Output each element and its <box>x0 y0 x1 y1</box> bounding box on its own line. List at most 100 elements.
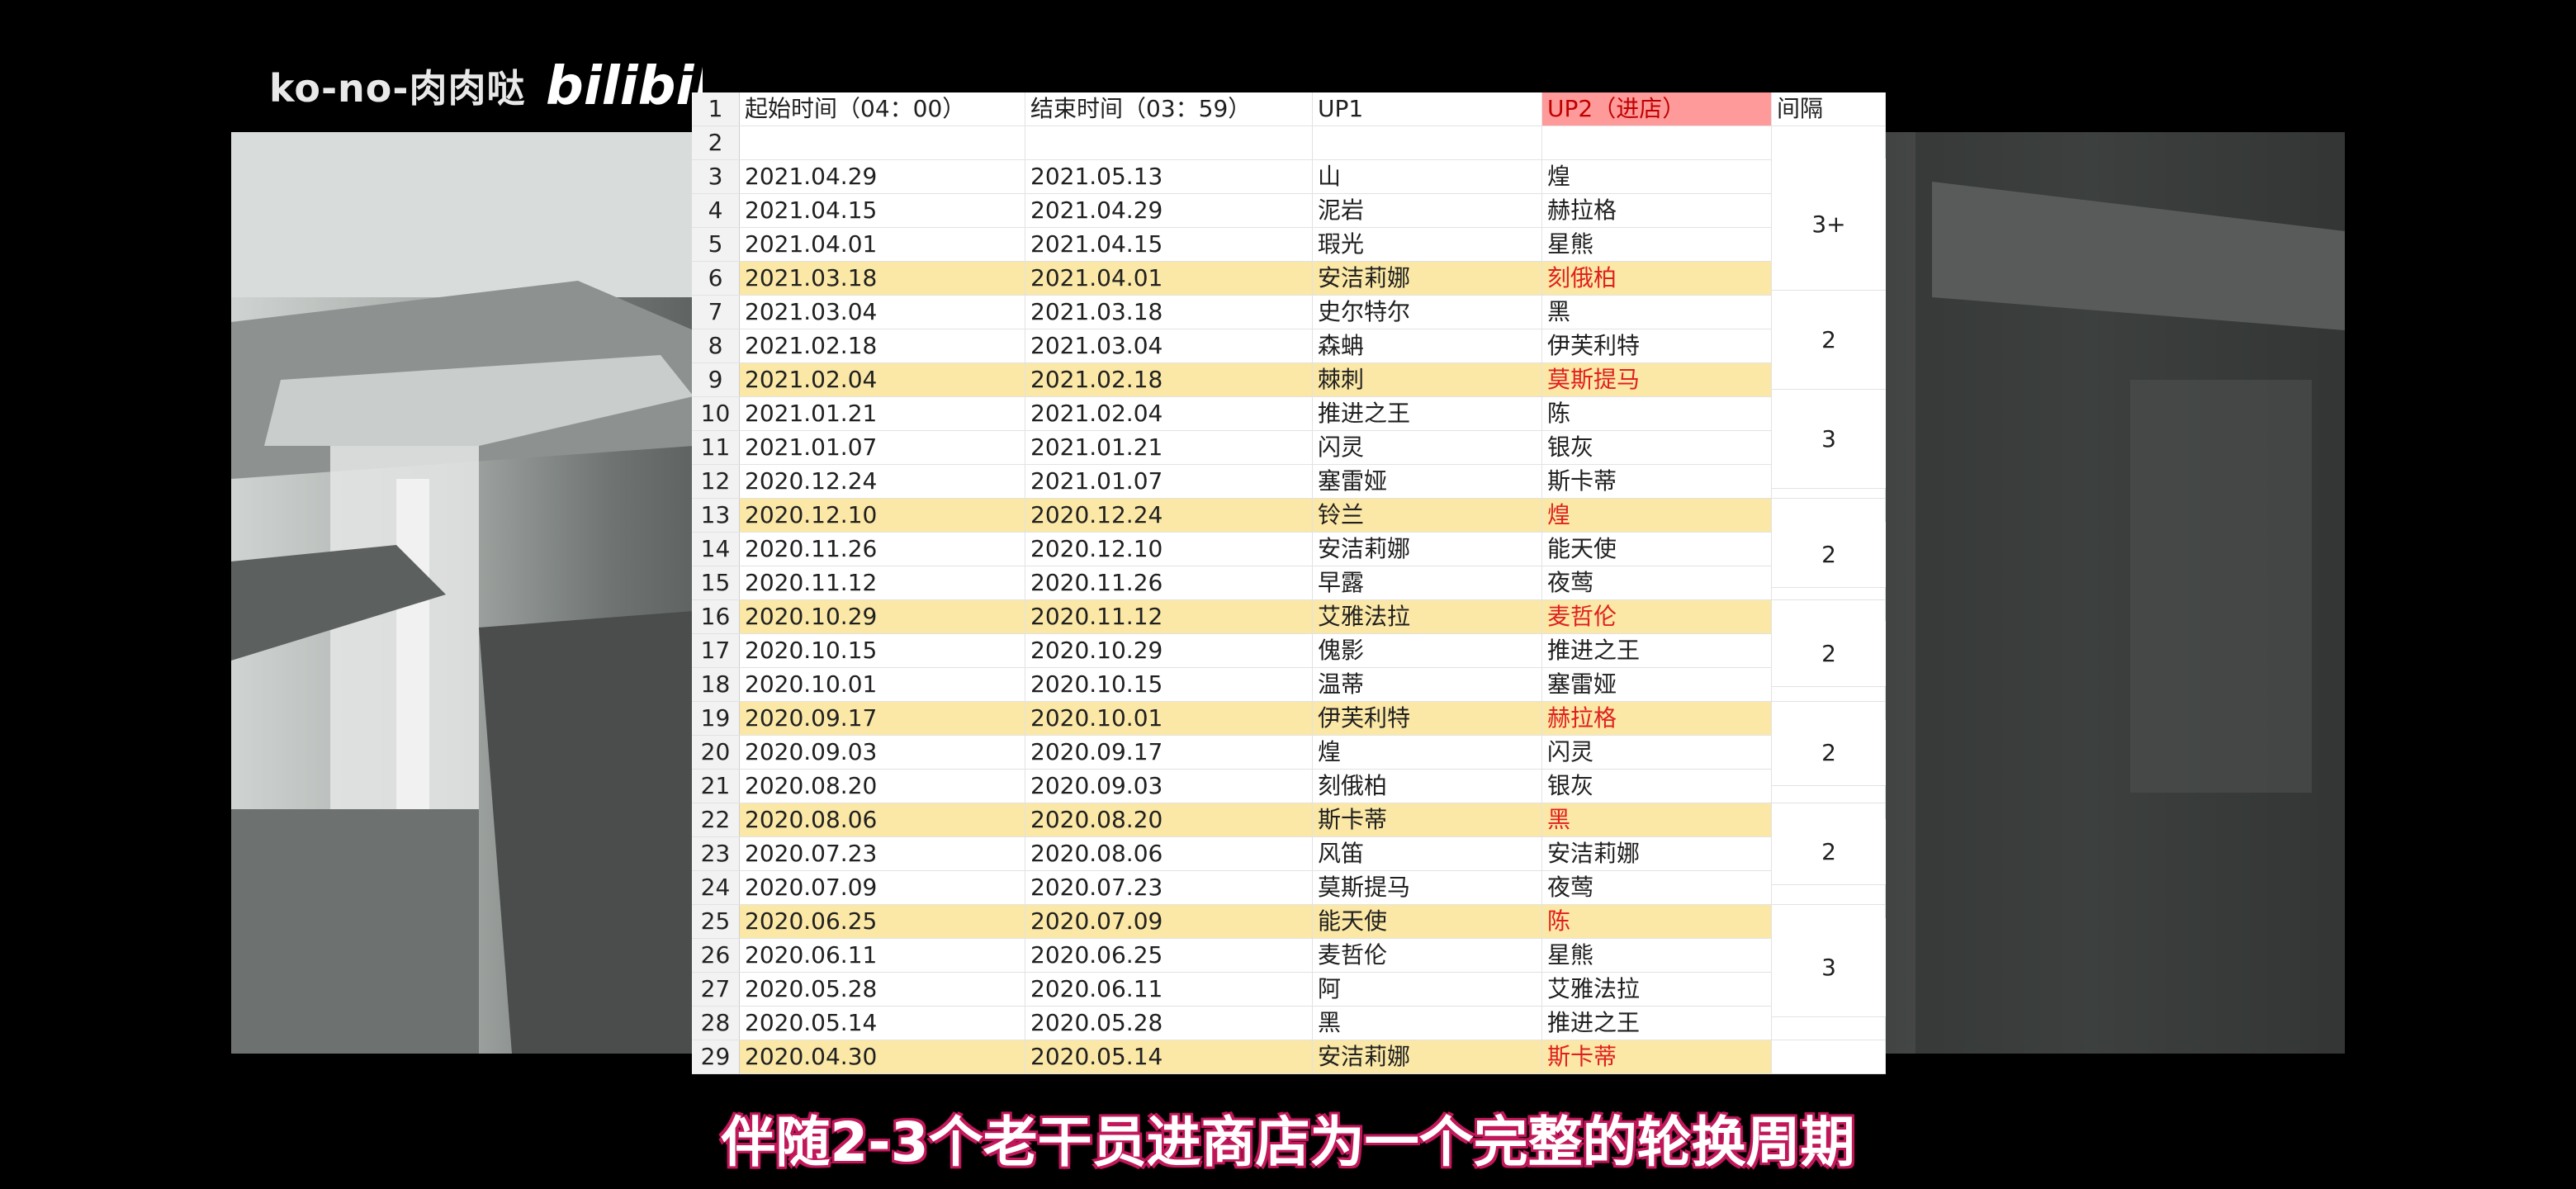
start-date-cell[interactable]: 2020.08.06 <box>740 803 1025 836</box>
up1-cell[interactable]: 棘刺 <box>1313 363 1542 396</box>
up2-cell[interactable]: 星熊 <box>1542 939 1772 972</box>
gap-cell-blank[interactable] <box>1772 1040 1886 1073</box>
up1-cell[interactable]: 刻俄柏 <box>1313 770 1542 803</box>
row-number[interactable]: 16 <box>692 600 740 633</box>
table-row[interactable]: 16 2020.10.29 2020.11.12 艾雅法拉 麦哲伦 <box>692 600 1886 634</box>
start-date-cell[interactable]: 2021.01.07 <box>740 431 1025 464</box>
start-date-cell[interactable]: 2020.10.01 <box>740 668 1025 701</box>
gap-merged-cell[interactable]: 2 <box>1772 720 1886 786</box>
up2-cell[interactable]: 伊芙利特 <box>1542 329 1772 362</box>
table-row[interactable]: 25 2020.06.25 2020.07.09 能天使陈 <box>692 905 1886 939</box>
up1-cell[interactable]: 艾雅法拉 <box>1313 600 1542 633</box>
end-date-cell[interactable]: 2020.11.26 <box>1025 566 1313 599</box>
start-date-cell[interactable]: 2021.04.29 <box>740 160 1025 193</box>
row-number[interactable]: 27 <box>692 973 740 1006</box>
row-number[interactable]: 5 <box>692 228 740 261</box>
up1-cell[interactable]: 泥岩 <box>1313 194 1542 227</box>
up1-cell[interactable]: 莫斯提马 <box>1313 871 1542 904</box>
table-row[interactable]: 8 2021.02.18 2021.03.04 森蚺 伊芙利特 <box>692 329 1886 363</box>
table-row[interactable]: 26 2020.06.11 2020.06.25 麦哲伦 星熊 <box>692 939 1886 973</box>
up2-cell[interactable]: 星熊 <box>1542 228 1772 261</box>
up2-cell[interactable]: 煌 <box>1542 160 1772 193</box>
start-date-cell[interactable]: 2020.10.29 <box>740 600 1025 633</box>
up2-cell[interactable]: 赫拉格 <box>1542 194 1772 227</box>
row-number[interactable]: 6 <box>692 262 740 295</box>
table-row[interactable]: 11 2021.01.07 2021.01.21 闪灵 银灰 <box>692 431 1886 465</box>
end-date-cell[interactable]: 2020.05.28 <box>1025 1007 1313 1040</box>
start-date-cell[interactable]: 2020.08.20 <box>740 770 1025 803</box>
up1-cell[interactable]: 伊芙利特 <box>1313 702 1542 735</box>
empty-cell[interactable] <box>1542 126 1772 159</box>
table-row[interactable]: 5 2021.04.01 2021.04.15 瑕光 星熊 <box>692 228 1886 262</box>
end-date-cell[interactable]: 2021.03.04 <box>1025 329 1313 362</box>
table-row[interactable]: 18 2020.10.01 2020.10.15 温蒂 塞雷娅 <box>692 668 1886 702</box>
up1-cell[interactable]: 塞雷娅 <box>1313 465 1542 498</box>
up1-cell[interactable]: 温蒂 <box>1313 668 1542 701</box>
row-number[interactable]: 12 <box>692 465 740 498</box>
up2-cell[interactable]: 陈 <box>1542 397 1772 430</box>
start-date-cell[interactable]: 2020.09.03 <box>740 736 1025 769</box>
table-row[interactable]: 19 2020.09.17 2020.10.01 伊芙利特 赫拉格 <box>692 702 1886 736</box>
end-date-cell[interactable]: 2021.01.21 <box>1025 431 1313 464</box>
start-date-cell[interactable]: 2021.04.01 <box>740 228 1025 261</box>
up1-cell[interactable]: 瑕光 <box>1313 228 1542 261</box>
table-row[interactable]: 17 2020.10.15 2020.10.29 傀影 推进之王 <box>692 634 1886 668</box>
empty-row[interactable]: 2 <box>692 126 1886 160</box>
up1-cell[interactable]: 傀影 <box>1313 634 1542 667</box>
end-date-cell[interactable]: 2021.02.04 <box>1025 397 1313 430</box>
up2-cell[interactable]: 艾雅法拉 <box>1542 973 1772 1006</box>
up1-cell[interactable]: 能天使 <box>1313 905 1542 938</box>
row-number[interactable]: 24 <box>692 871 740 904</box>
table-row[interactable]: 22 2020.08.06 2020.08.20 斯卡蒂黑 <box>692 803 1886 837</box>
end-date-cell[interactable]: 2020.08.20 <box>1025 803 1313 836</box>
gap-merged-cell[interactable]: 2 <box>1772 291 1886 390</box>
row-number[interactable]: 2 <box>692 126 740 159</box>
end-date-cell[interactable]: 2020.09.17 <box>1025 736 1313 769</box>
up1-cell[interactable]: 煌 <box>1313 736 1542 769</box>
row-number[interactable]: 7 <box>692 296 740 329</box>
row-number[interactable]: 15 <box>692 566 740 599</box>
empty-cell[interactable] <box>1025 126 1313 159</box>
gap-merged-cell[interactable]: 2 <box>1772 819 1886 885</box>
start-date-cell[interactable]: 2020.06.25 <box>740 905 1025 938</box>
row-number[interactable]: 19 <box>692 702 740 735</box>
table-row[interactable]: 9 2021.02.04 2021.02.18 棘刺 莫斯提马 <box>692 363 1886 397</box>
start-date-cell[interactable]: 2021.01.21 <box>740 397 1025 430</box>
up1-cell[interactable]: 斯卡蒂 <box>1313 803 1542 836</box>
row-number[interactable]: 20 <box>692 736 740 769</box>
table-row[interactable]: 29 2020.04.30 2020.05.14 安洁莉娜 斯卡蒂 <box>692 1040 1886 1074</box>
row-number[interactable]: 9 <box>692 363 740 396</box>
up1-cell[interactable]: 森蚺 <box>1313 329 1542 362</box>
up1-cell[interactable]: 黑 <box>1313 1007 1542 1040</box>
row-number[interactable]: 8 <box>692 329 740 362</box>
up1-cell[interactable]: 麦哲伦 <box>1313 939 1542 972</box>
start-date-cell[interactable]: 2020.11.12 <box>740 566 1025 599</box>
header-up2[interactable]: UP2（进店） <box>1542 92 1772 126</box>
header-row[interactable]: 1 起始时间（04：00） 结束时间（03：59） UP1 UP2（进店） 间隔 <box>692 92 1886 126</box>
end-date-cell[interactable]: 2020.06.25 <box>1025 939 1313 972</box>
up2-cell[interactable]: 安洁莉娜 <box>1542 837 1772 870</box>
table-row[interactable]: 23 2020.07.23 2020.08.06 风笛 安洁莉娜 <box>692 837 1886 871</box>
up2-cell[interactable]: 闪灵 <box>1542 736 1772 769</box>
end-date-cell[interactable]: 2020.06.11 <box>1025 973 1313 1006</box>
up1-cell[interactable]: 安洁莉娜 <box>1313 1040 1542 1073</box>
header-start-time[interactable]: 起始时间（04：00） <box>740 92 1025 126</box>
up1-cell[interactable]: 铃兰 <box>1313 499 1542 532</box>
row-number[interactable]: 26 <box>692 939 740 972</box>
table-row[interactable]: 27 2020.05.28 2020.06.11 阿艾雅法拉 <box>692 973 1886 1007</box>
start-date-cell[interactable]: 2021.02.18 <box>740 329 1025 362</box>
table-row[interactable]: 3 2021.04.29 2021.05.13 山煌 <box>692 160 1886 194</box>
gap-merged-cell[interactable]: 2 <box>1772 522 1886 588</box>
start-date-cell[interactable]: 2020.12.24 <box>740 465 1025 498</box>
up2-cell[interactable]: 夜莺 <box>1542 871 1772 904</box>
start-date-cell[interactable]: 2020.12.10 <box>740 499 1025 532</box>
start-date-cell[interactable]: 2020.04.30 <box>740 1040 1025 1073</box>
start-date-cell[interactable]: 2021.04.15 <box>740 194 1025 227</box>
up2-cell[interactable]: 斯卡蒂 <box>1542 465 1772 498</box>
empty-cell[interactable] <box>1772 126 1886 159</box>
table-row[interactable]: 12 2020.12.24 2021.01.07 塞雷娅 斯卡蒂 <box>692 465 1886 499</box>
row-number[interactable]: 14 <box>692 533 740 566</box>
up2-cell[interactable]: 斯卡蒂 <box>1542 1040 1772 1073</box>
start-date-cell[interactable]: 2020.07.09 <box>740 871 1025 904</box>
row-number[interactable]: 11 <box>692 431 740 464</box>
